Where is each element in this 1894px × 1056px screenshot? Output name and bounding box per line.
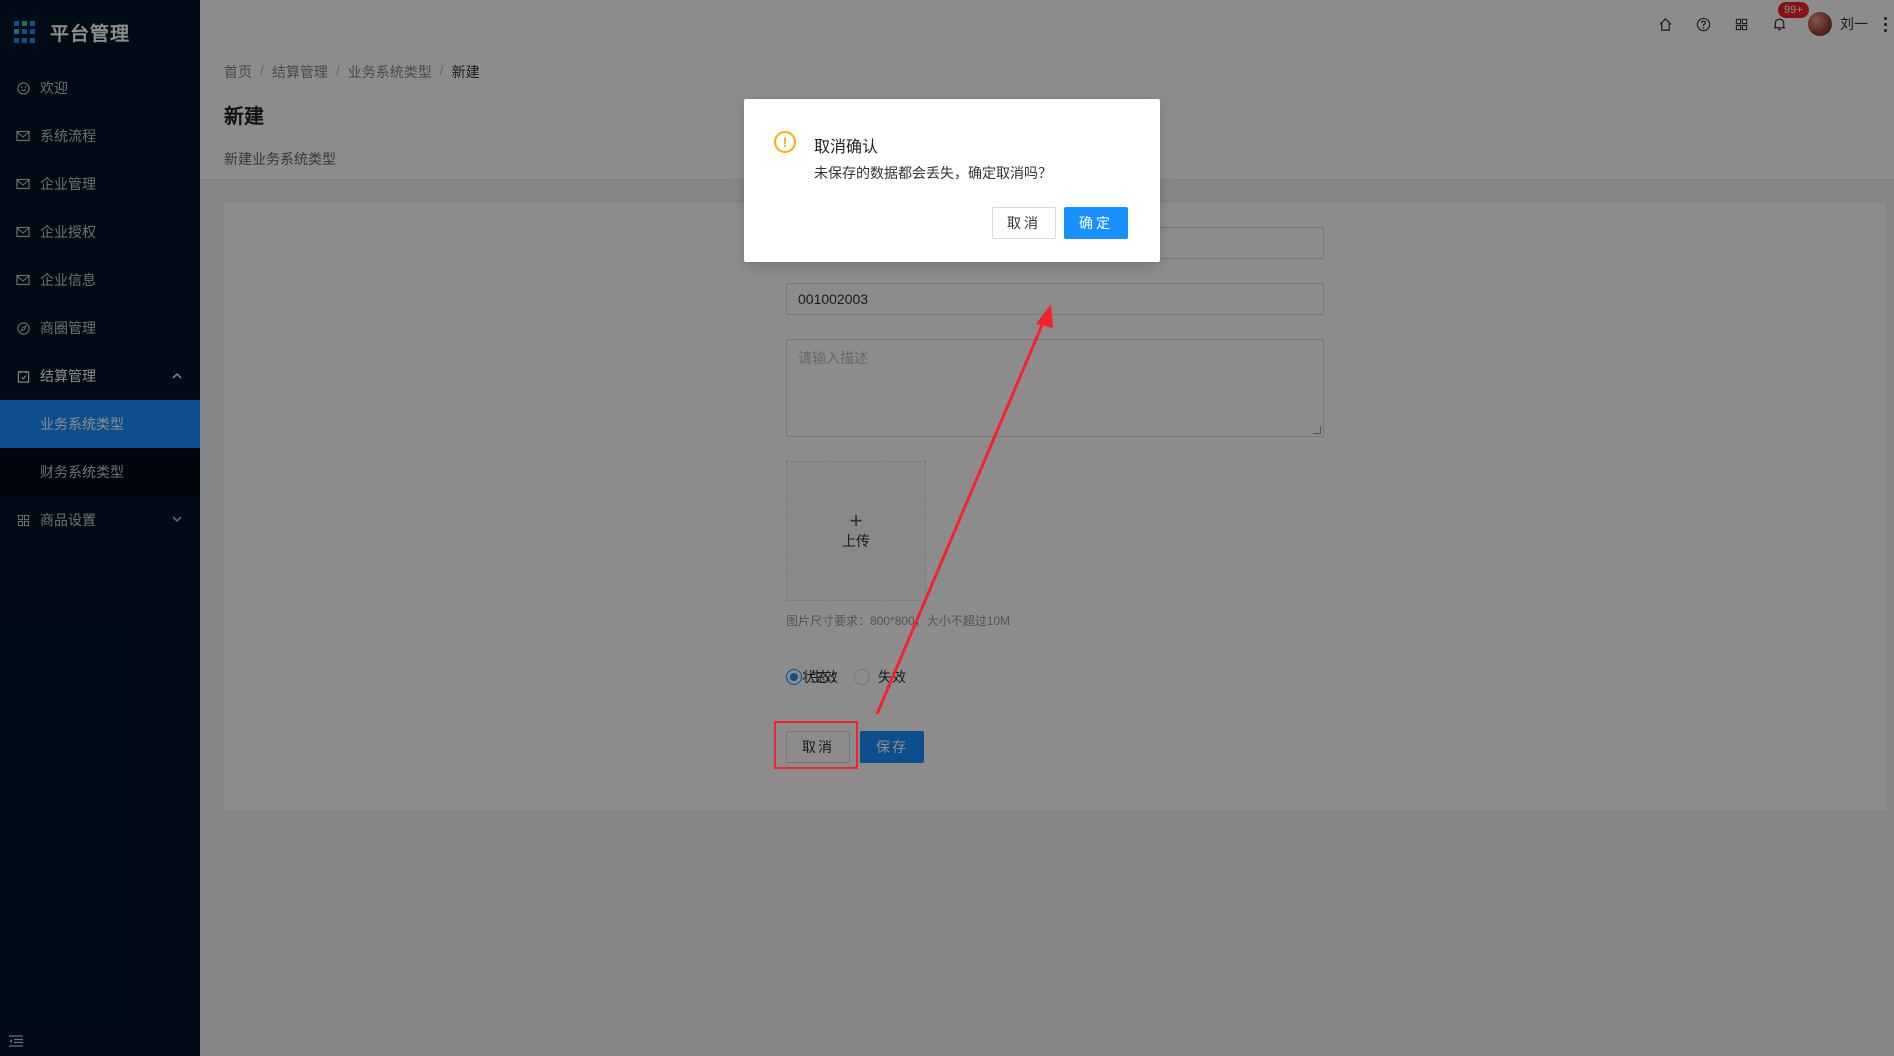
modal-title: 取消确认 (814, 139, 879, 156)
confirm-modal: ! 取消确认 未保存的数据都会丢失，确定取消吗？ 取消 确定 (744, 99, 1160, 262)
modal-ok-button[interactable]: 确定 (1064, 207, 1128, 239)
annotation-highlight-box (774, 721, 858, 769)
exclamation-circle-icon: ! (774, 131, 796, 153)
modal-content: 未保存的数据都会丢失，确定取消吗？ (814, 165, 1052, 181)
modal-cancel-button[interactable]: 取消 (992, 207, 1056, 239)
